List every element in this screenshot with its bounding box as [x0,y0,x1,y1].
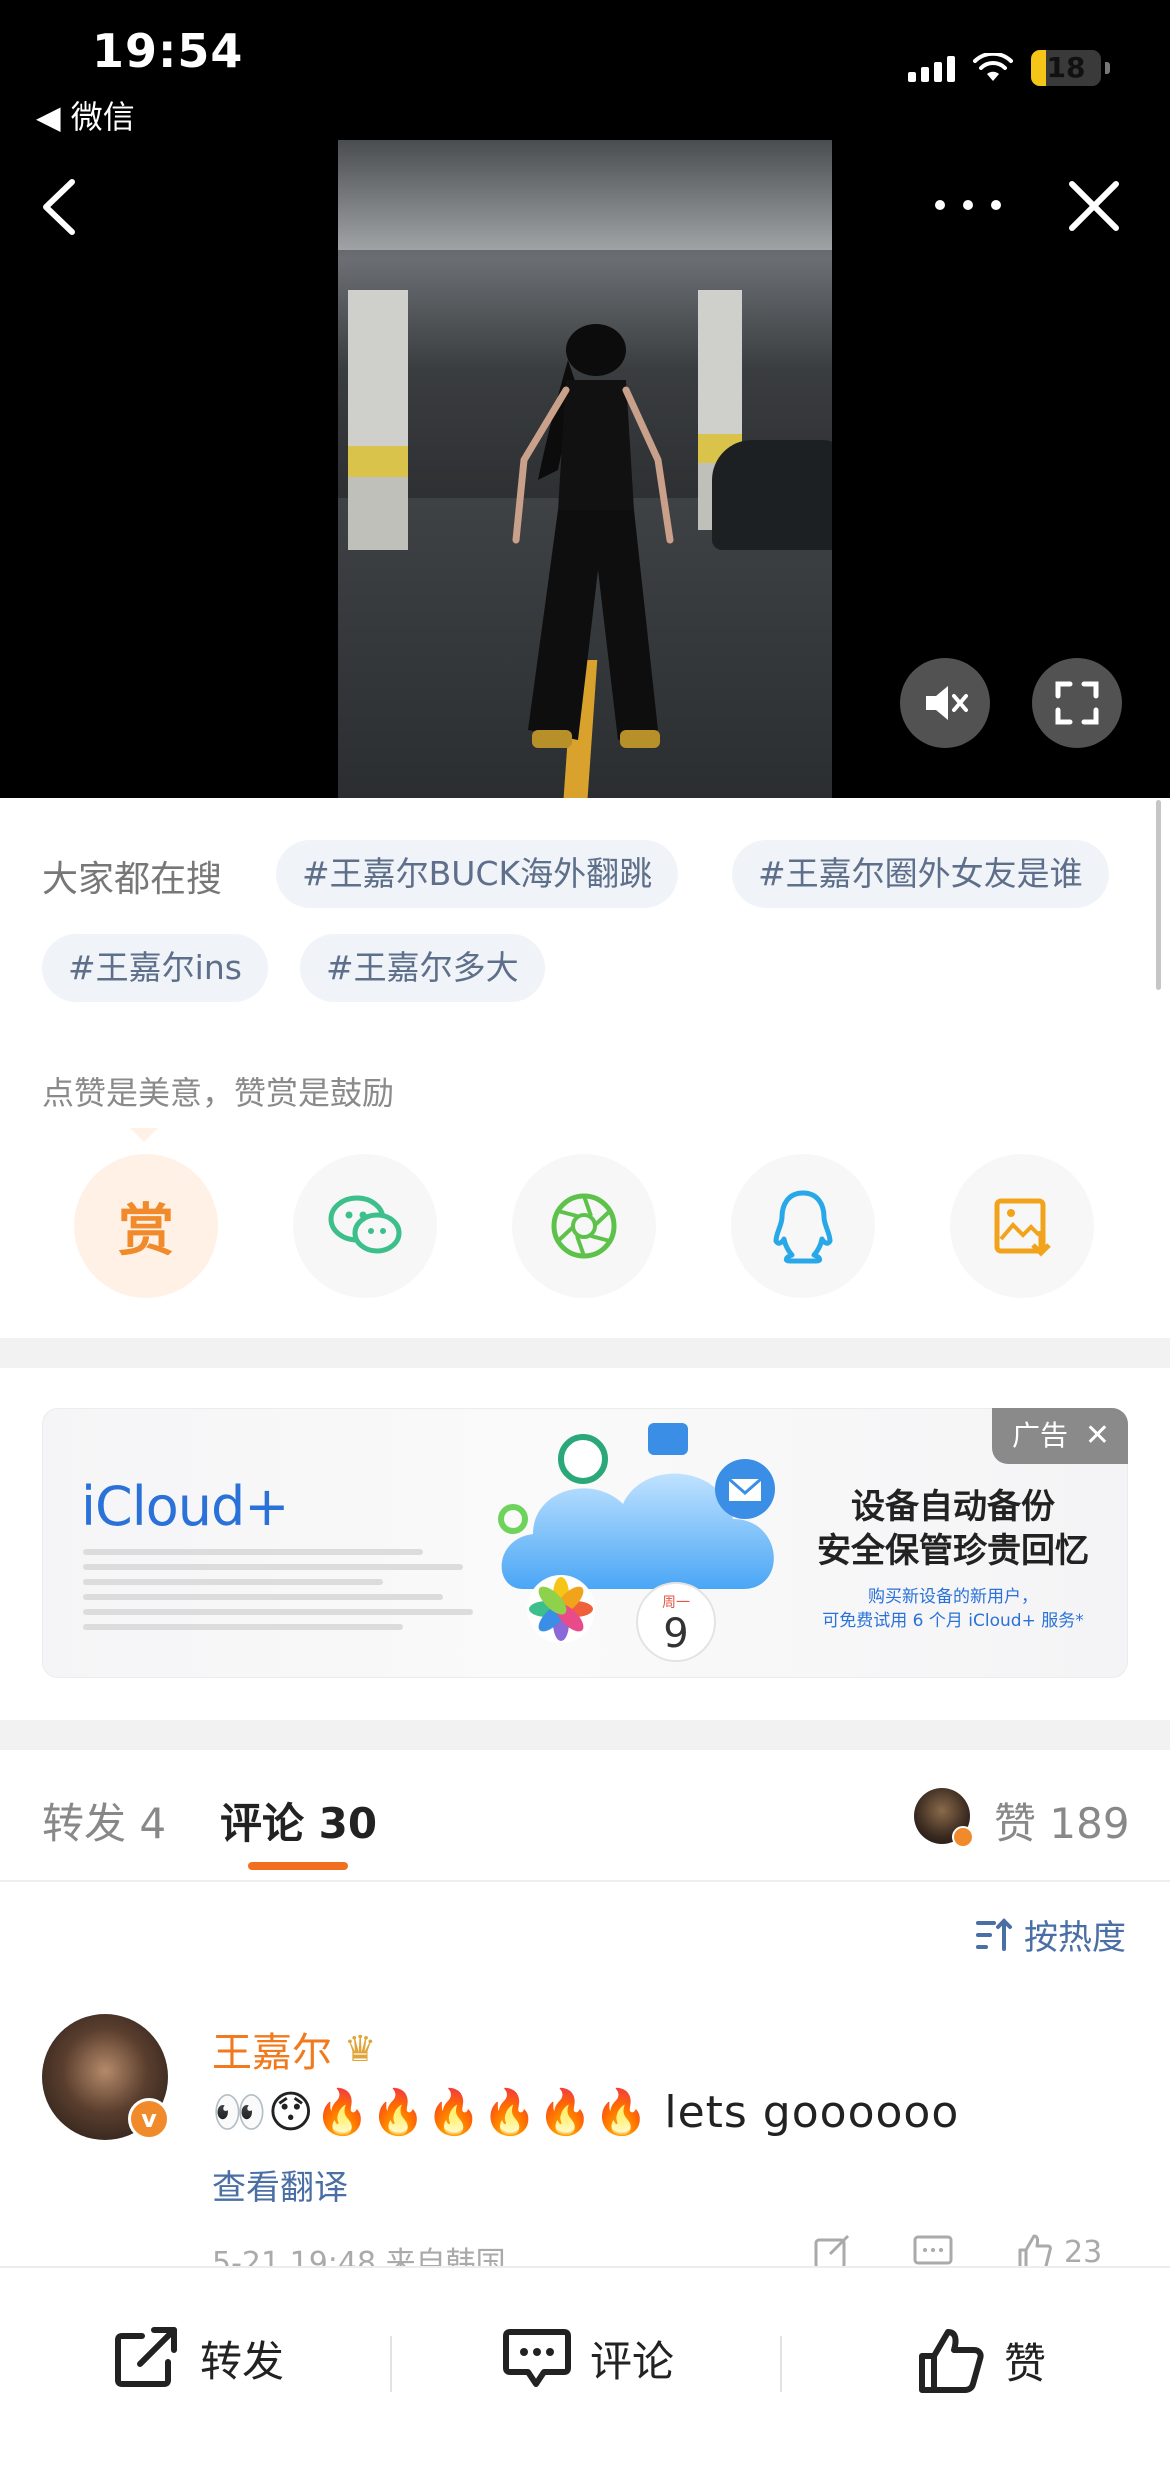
tab-like-count: 189 [1049,1799,1130,1848]
bottom-action-bar: 转发 评论 赞 [0,2266,1170,2473]
tab-repost-label: 转发 [42,1799,127,1848]
video-player[interactable]: 19:54 ◀ 微信 18 [0,0,1170,798]
ad-close-icon[interactable]: ✕ [1085,1408,1110,1464]
battery-icon: 18 [1031,50,1101,86]
repost-label: 转发 [200,2336,285,2386]
sort-icon [976,1917,1012,1951]
reward-tip: 点赞是美意，赞赏是鼓励 [42,1074,395,1112]
ad-badge[interactable]: 广告 ✕ [992,1408,1128,1464]
repost-button[interactable]: 转发 [112,2326,284,2390]
section-divider [0,1338,1170,1368]
reward-tip-pointer [130,1128,158,1142]
liker-avatar[interactable] [914,1788,974,1848]
ad-headline-line: 安全保管珍贵回忆 [817,1531,1089,1571]
repost-icon [115,2327,177,2387]
back-to-app-link[interactable]: ◀ 微信 [36,92,135,138]
share-row: 赏 [74,1154,1096,1298]
more-options-icon[interactable] [928,180,1008,230]
reward-icon: 赏 [118,1198,174,1264]
tab-comment-label: 评论 [220,1799,305,1848]
thumbs-up-icon [919,2329,984,2393]
sort-label: 按热度 [1024,1918,1126,1958]
trending-search-label: 大家都在搜 [42,859,223,900]
comment-text: 👀😯🔥🔥🔥🔥🔥🔥 lets goooooo [212,2087,960,2138]
comment-like-count: 23 [1064,2234,1103,2270]
battery-cap [1105,62,1110,74]
page-scrollbar[interactable] [1156,800,1161,990]
wechat-icon [328,1195,402,1254]
tab-repost-count: 4 [139,1799,167,1848]
bottom-bar-divider [390,2336,392,2392]
comment-button[interactable]: 评论 [502,2326,674,2390]
trending-tag[interactable]: #王嘉尔多大 [300,934,545,1002]
ad-subtext-line: 可免费试用 6 个月 iCloud+ 服务* [822,1611,1084,1631]
back-icon[interactable] [28,172,88,242]
ad-subtext: 购买新设备的新用户， 可免费试用 6 个月 iCloud+ 服务* [793,1585,1113,1633]
save-image-icon [994,1198,1051,1257]
bottom-bar-divider [780,2336,782,2392]
reward-button[interactable]: 赏 [74,1154,218,1298]
ad-calendar-weekday: 周一 [662,1595,690,1611]
speaker-muted-icon [926,686,968,720]
share-wechat-button[interactable] [293,1154,437,1298]
close-icon[interactable] [1064,176,1124,236]
save-image-button[interactable] [950,1154,1094,1298]
tab-like[interactable]: 赞 189 [994,1790,1130,1851]
trending-tag[interactable]: #王嘉尔ins [42,934,268,1002]
ad-calendar-day: 9 [663,1611,689,1657]
tab-like-label: 赞 [994,1799,1037,1848]
video-scene-pillar [348,290,408,550]
comment-icon [503,2329,571,2387]
like-label: 赞 [1004,2338,1047,2388]
ad-fine-print [83,1549,483,1639]
moments-icon [551,1193,617,1259]
ad-headline-line: 设备自动备份 [851,1487,1055,1527]
cellular-signal-icon [908,54,955,82]
ad-subtext-line: 购买新设备的新用户， [868,1587,1038,1607]
ad-banner[interactable]: iCloud+ 设备自动备份 安全保管珍贵回忆 购买新设备的新用户， 可免费试用… [42,1408,1128,1678]
sort-by-hot-button[interactable]: 按热度 [974,1910,1126,1959]
battery-level: 18 [1046,51,1086,84]
share-moments-button[interactable] [512,1154,656,1298]
trending-tag[interactable]: #王嘉尔圈外女友是谁 [732,840,1109,908]
qq-icon [773,1190,833,1264]
tab-comment[interactable]: 评论 30 [220,1790,377,1851]
commenter-name[interactable]: 王嘉尔 ♛ [212,2020,376,2078]
video-scene-car [712,440,832,550]
ad-label: 广告 [1012,1419,1069,1452]
ad-calendar-badge: 周一 9 [636,1582,716,1662]
fullscreen-button[interactable] [1032,658,1122,748]
active-tab-indicator [248,1862,348,1870]
commenter-username: 王嘉尔 [212,2030,332,2076]
translate-link[interactable]: 查看翻译 [212,2160,348,2209]
section-divider [0,1720,1170,1750]
verified-badge-icon: v [128,2098,170,2140]
share-qq-button[interactable] [731,1154,875,1298]
wifi-icon [973,53,1013,81]
ad-headline: 设备自动备份 安全保管珍贵回忆 [793,1485,1113,1573]
tab-repost[interactable]: 转发 4 [42,1790,166,1851]
comment-label: 评论 [590,2336,675,2386]
trending-tag[interactable]: #王嘉尔BUCK海外翻跳 [276,840,679,908]
tab-divider [0,1880,1170,1882]
crown-icon: ♛ [344,2028,377,2070]
video-scene-ceiling [338,140,832,250]
status-indicators: 18 [908,50,1110,86]
verified-badge-icon [952,1826,974,1848]
fullscreen-icon [1055,681,1099,725]
video-dancer-figure [512,324,674,748]
mute-button[interactable] [900,658,990,748]
tab-comment-count: 30 [318,1799,378,1848]
like-button[interactable]: 赞 [916,2326,1046,2394]
ad-brand: iCloud+ [81,1475,289,1538]
status-time: 19:54 [92,24,244,78]
video-frame[interactable] [338,140,832,798]
